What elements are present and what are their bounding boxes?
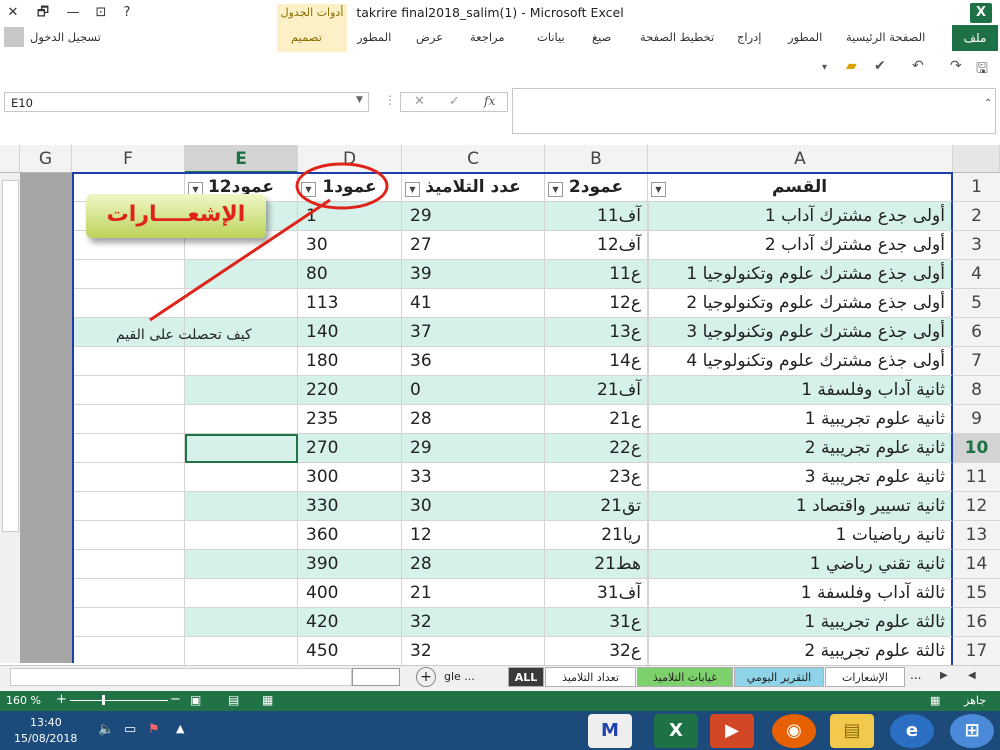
zoom-slider-thumb[interactable]: [102, 695, 105, 705]
zoom-slider[interactable]: [70, 700, 168, 701]
sheet-tab-student-count[interactable]: تعداد التلاميذ: [545, 667, 636, 687]
firefox-taskbar-icon[interactable]: ◉: [772, 714, 816, 748]
normal-view-icon[interactable]: ▦: [262, 693, 273, 707]
clock-date[interactable]: 15/08/2018: [14, 732, 77, 745]
add-sheet-button[interactable]: +: [416, 667, 436, 687]
show-hidden-icons[interactable]: ▲: [176, 722, 184, 735]
macro-record-icon[interactable]: ▦: [930, 694, 940, 707]
malwarebytes-icon[interactable]: M: [588, 714, 632, 748]
status-bar: [0, 691, 1000, 711]
annotation-arrow: [149, 198, 331, 322]
network-icon[interactable]: ▭: [124, 722, 136, 737]
sheet-tab-gle[interactable]: gle ...: [444, 667, 506, 687]
start-button-icon[interactable]: ⊞: [950, 714, 994, 748]
page-layout-view-icon[interactable]: ▣: [190, 693, 201, 707]
highlight-circle: [295, 162, 389, 210]
next-sheet-icon[interactable]: ▶: [940, 670, 948, 681]
annotation-overlay: [149, 162, 389, 322]
horizontal-scrollbar[interactable]: [10, 668, 352, 686]
zoom-out-icon[interactable]: −: [170, 692, 181, 707]
sheet-tab-notifications[interactable]: الإشعارات: [825, 667, 905, 687]
sheet-tab-absences[interactable]: غيابات التلاميذ: [637, 667, 733, 687]
sheet-tab-all[interactable]: ALL: [508, 667, 544, 687]
powerpoint-taskbar-icon[interactable]: ▶: [710, 714, 754, 748]
sheet-tab-daily-report[interactable]: التقرير اليومي: [734, 667, 824, 687]
zoom-in-icon[interactable]: +: [56, 692, 67, 707]
volume-icon[interactable]: 🔈: [98, 722, 114, 737]
status-ready: جاهز: [964, 694, 987, 707]
sheet-ellipsis[interactable]: ...: [910, 668, 921, 682]
page-break-view-icon[interactable]: ▤: [228, 693, 239, 707]
clock-time[interactable]: 13:40: [30, 716, 62, 729]
zoom-level[interactable]: 160 %: [6, 694, 41, 707]
horizontal-scrollbar-handle[interactable]: [352, 668, 400, 686]
excel-taskbar-icon[interactable]: X: [654, 714, 698, 748]
ie-taskbar-icon[interactable]: e: [890, 714, 934, 748]
prev-sheet-icon[interactable]: ◀: [968, 670, 976, 681]
action-center-icon[interactable]: ⚑: [148, 722, 160, 737]
explorer-taskbar-icon[interactable]: ▤: [830, 714, 874, 748]
